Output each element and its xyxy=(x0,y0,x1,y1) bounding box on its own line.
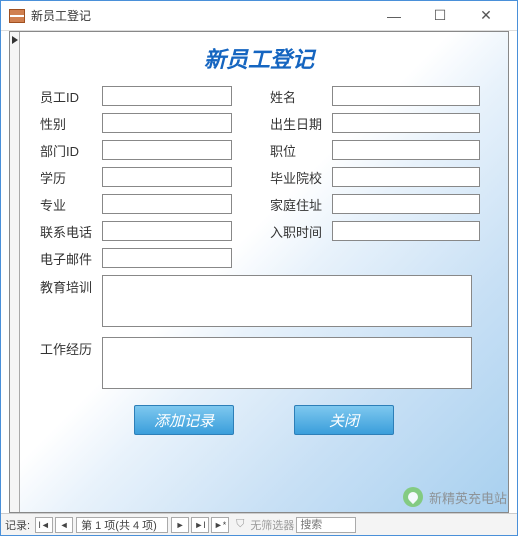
current-record-icon xyxy=(12,36,18,44)
records-label: 记录: xyxy=(5,517,30,533)
label-dept-id: 部门ID xyxy=(40,141,102,160)
input-job[interactable] xyxy=(332,140,480,160)
filter-icon: ⛉ xyxy=(236,518,244,531)
titlebar: 新员工登记 — ☐ ✕ xyxy=(1,1,517,31)
input-phone[interactable] xyxy=(102,221,232,241)
label-hire: 入职时间 xyxy=(270,222,332,241)
window-title: 新员工登记 xyxy=(31,7,371,24)
nav-next-button[interactable]: ► xyxy=(171,517,189,533)
maximize-button[interactable]: ☐ xyxy=(417,2,463,30)
input-major[interactable] xyxy=(102,194,232,214)
label-major: 专业 xyxy=(40,195,102,214)
add-record-button[interactable]: 添加记录 xyxy=(134,405,234,435)
minimize-button[interactable]: — xyxy=(371,2,417,30)
input-edu[interactable] xyxy=(102,167,232,187)
form-body: 新员工登记 员工ID 姓名 性别 出生日期 xyxy=(9,31,509,513)
input-emp-id[interactable] xyxy=(102,86,232,106)
input-work-exp[interactable] xyxy=(102,337,472,389)
input-school[interactable] xyxy=(332,167,480,187)
label-school: 毕业院校 xyxy=(270,168,332,187)
record-selector[interactable] xyxy=(10,32,20,512)
label-phone: 联系电话 xyxy=(40,222,102,241)
input-training[interactable] xyxy=(102,275,472,327)
label-emp-id: 员工ID xyxy=(40,87,102,106)
watermark: 新精英充电站 xyxy=(403,487,507,507)
input-addr[interactable] xyxy=(332,194,480,214)
search-input[interactable] xyxy=(296,517,356,533)
form-icon xyxy=(9,9,25,23)
watermark-text: 新精英充电站 xyxy=(429,488,507,507)
label-gender: 性别 xyxy=(40,114,102,133)
label-work-exp: 工作经历 xyxy=(40,337,102,358)
label-email: 电子邮件 xyxy=(40,249,102,268)
label-addr: 家庭住址 xyxy=(270,195,332,214)
label-edu: 学历 xyxy=(40,168,102,187)
close-button[interactable]: ✕ xyxy=(463,2,509,30)
window: 新员工登记 — ☐ ✕ 新员工登记 员工ID 姓名 xyxy=(0,0,518,536)
close-form-button[interactable]: 关闭 xyxy=(294,405,394,435)
label-job: 职位 xyxy=(270,141,332,160)
label-name: 姓名 xyxy=(270,87,332,106)
label-birth: 出生日期 xyxy=(270,114,332,133)
nav-first-button[interactable]: I◄ xyxy=(35,517,53,533)
nav-new-button[interactable]: ►* xyxy=(211,517,229,533)
input-hire[interactable] xyxy=(332,221,480,241)
input-gender[interactable] xyxy=(102,113,232,133)
form-title: 新员工登记 xyxy=(10,32,508,82)
nav-prev-button[interactable]: ◄ xyxy=(55,517,73,533)
nav-last-button[interactable]: ►I xyxy=(191,517,209,533)
input-email[interactable] xyxy=(102,248,232,268)
input-dept-id[interactable] xyxy=(102,140,232,160)
record-navigation-bar: 记录: I◄ ◄ 第 1 项(共 4 项) ► ►I ►* ⛉ 无筛选器 xyxy=(1,513,517,535)
filter-status: 无筛选器 xyxy=(250,517,294,533)
record-position[interactable]: 第 1 项(共 4 项) xyxy=(76,517,168,533)
label-training: 教育培训 xyxy=(40,275,102,296)
input-name[interactable] xyxy=(332,86,480,106)
input-birth[interactable] xyxy=(332,113,480,133)
wechat-icon xyxy=(403,487,423,507)
